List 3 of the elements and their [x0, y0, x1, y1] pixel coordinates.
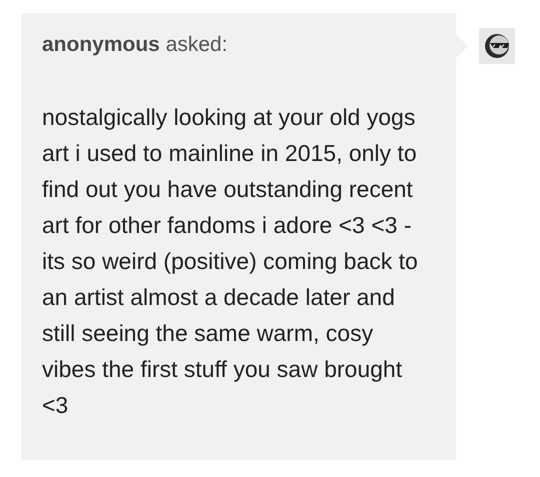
ask-text: nostalgically looking at your old yogs art i used to mainline in 2015, only to find out you have outstanding recent art for other fandoms i adore <3 <3 - its so weird (positive) coming back to an artist almost a decade later and still seeing the same warm, cosy vibes the first stuff you saw brought <3 — [42, 103, 419, 420]
anonymous-avatar-icon — [479, 28, 515, 64]
asker-label: anonymous asked: — [42, 33, 229, 57]
